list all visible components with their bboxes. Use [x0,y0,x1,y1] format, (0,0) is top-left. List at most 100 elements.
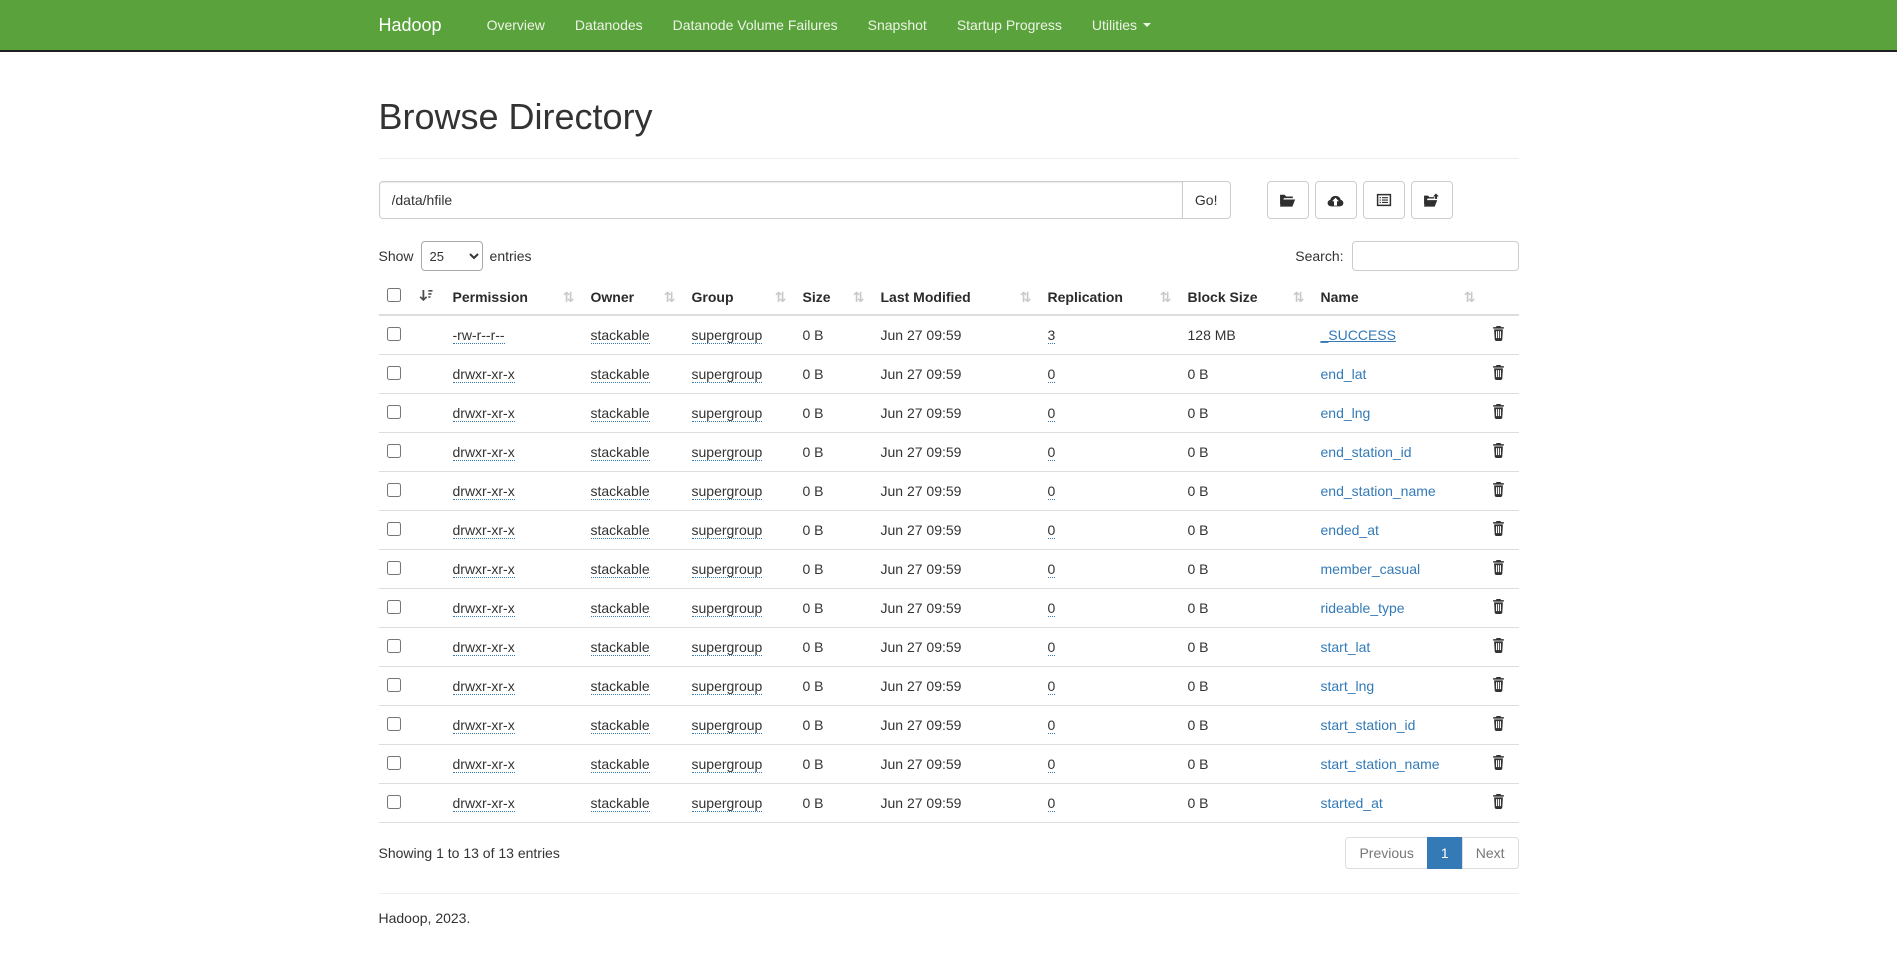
sort-both-icon[interactable]: ⇅ [775,290,787,304]
select-all-checkbox[interactable] [387,288,401,302]
delete-button[interactable] [1492,404,1505,419]
editable-owner[interactable]: stackable [591,639,650,656]
cut-selected-button[interactable] [1363,181,1405,219]
editable-replication[interactable]: 0 [1048,483,1056,500]
sort-both-icon[interactable]: ⇅ [1020,290,1032,304]
delete-button[interactable] [1492,326,1505,341]
file-name-link[interactable]: end_lng [1321,405,1371,421]
row-checkbox[interactable] [387,405,401,419]
header-block-size[interactable]: Block Size ⇅ [1180,279,1313,315]
file-name-link[interactable]: started_at [1321,795,1383,811]
editable-owner[interactable]: stackable [591,600,650,617]
editable-replication[interactable]: 0 [1048,522,1056,539]
editable-group[interactable]: supergroup [692,483,763,500]
editable-owner[interactable]: stackable [591,522,650,539]
editable-group[interactable]: supergroup [692,600,763,617]
editable-replication[interactable]: 0 [1048,405,1056,422]
pagination-previous[interactable]: Previous [1345,837,1427,869]
editable-replication[interactable]: 0 [1048,795,1056,812]
delete-button[interactable] [1492,599,1505,614]
editable-replication[interactable]: 0 [1048,366,1056,383]
editable-owner[interactable]: stackable [591,717,650,734]
row-checkbox[interactable] [387,327,401,341]
row-checkbox[interactable] [387,717,401,731]
editable-permission[interactable]: drwxr-xr-x [453,756,515,773]
file-name-link[interactable]: start_station_id [1321,717,1416,733]
nav-datanode-volume-failures[interactable]: Datanode Volume Failures [658,0,853,50]
sort-both-icon[interactable]: ⇅ [1160,290,1172,304]
row-checkbox[interactable] [387,795,401,809]
create-directory-button[interactable] [1267,181,1309,219]
upload-files-button[interactable] [1315,181,1357,219]
nav-datanodes[interactable]: Datanodes [560,0,658,50]
row-checkbox[interactable] [387,522,401,536]
editable-owner[interactable]: stackable [591,561,650,578]
editable-owner[interactable]: stackable [591,795,650,812]
editable-permission[interactable]: -rw-r--r-- [453,327,505,344]
editable-permission[interactable]: drwxr-xr-x [453,522,515,539]
nav-startup-progress[interactable]: Startup Progress [942,0,1077,50]
row-checkbox[interactable] [387,639,401,653]
row-checkbox[interactable] [387,483,401,497]
sort-both-icon[interactable]: ⇅ [664,290,676,304]
file-name-link[interactable]: start_lat [1321,639,1371,655]
delete-button[interactable] [1492,365,1505,380]
editable-replication[interactable]: 0 [1048,717,1056,734]
editable-group[interactable]: supergroup [692,561,763,578]
delete-button[interactable] [1492,560,1505,575]
sort-both-icon[interactable]: ⇅ [1293,290,1305,304]
pagination-page-1[interactable]: 1 [1428,837,1463,869]
editable-permission[interactable]: drwxr-xr-x [453,366,515,383]
delete-button[interactable] [1492,443,1505,458]
nav-snapshot[interactable]: Snapshot [853,0,942,50]
editable-group[interactable]: supergroup [692,444,763,461]
row-checkbox[interactable] [387,756,401,770]
sort-both-icon[interactable]: ⇅ [563,290,575,304]
editable-replication[interactable]: 0 [1048,600,1056,617]
editable-permission[interactable]: drwxr-xr-x [453,600,515,617]
editable-group[interactable]: supergroup [692,522,763,539]
header-size[interactable]: Size ⇅ [795,279,873,315]
editable-permission[interactable]: drwxr-xr-x [453,795,515,812]
delete-button[interactable] [1492,677,1505,692]
row-checkbox[interactable] [387,366,401,380]
delete-button[interactable] [1492,716,1505,731]
editable-permission[interactable]: drwxr-xr-x [453,717,515,734]
header-owner[interactable]: Owner ⇅ [583,279,684,315]
editable-group[interactable]: supergroup [692,366,763,383]
header-replication[interactable]: Replication ⇅ [1040,279,1180,315]
search-input[interactable] [1352,241,1519,271]
row-checkbox[interactable] [387,600,401,614]
delete-button[interactable] [1492,521,1505,536]
file-name-link[interactable]: rideable_type [1321,600,1405,616]
editable-permission[interactable]: drwxr-xr-x [453,678,515,695]
row-checkbox[interactable] [387,561,401,575]
editable-replication[interactable]: 0 [1048,756,1056,773]
editable-group[interactable]: supergroup [692,717,763,734]
editable-group[interactable]: supergroup [692,756,763,773]
editable-owner[interactable]: stackable [591,405,650,422]
editable-owner[interactable]: stackable [591,444,650,461]
editable-replication[interactable]: 0 [1048,639,1056,656]
page-size-select[interactable]: 25 [421,241,483,271]
file-name-link[interactable]: ended_at [1321,522,1379,538]
editable-owner[interactable]: stackable [591,678,650,695]
header-permission[interactable]: Permission ⇅ [445,279,583,315]
sort-both-icon[interactable]: ⇅ [1464,290,1476,304]
row-checkbox[interactable] [387,444,401,458]
editable-permission[interactable]: drwxr-xr-x [453,561,515,578]
editable-group[interactable]: supergroup [692,678,763,695]
header-name[interactable]: Name ⇅ [1313,279,1484,315]
editable-replication[interactable]: 3 [1048,327,1056,344]
paste-button[interactable] [1411,181,1453,219]
file-name-link[interactable]: member_casual [1321,561,1421,577]
brand-hadoop[interactable]: Hadoop [379,15,452,36]
editable-permission[interactable]: drwxr-xr-x [453,483,515,500]
editable-owner[interactable]: stackable [591,756,650,773]
sort-ascending-icon[interactable] [419,288,433,305]
header-last-modified[interactable]: Last Modified ⇅ [873,279,1040,315]
editable-permission[interactable]: drwxr-xr-x [453,639,515,656]
sort-both-icon[interactable]: ⇅ [853,290,865,304]
pagination-next[interactable]: Next [1463,837,1519,869]
directory-path-input[interactable] [379,181,1183,219]
